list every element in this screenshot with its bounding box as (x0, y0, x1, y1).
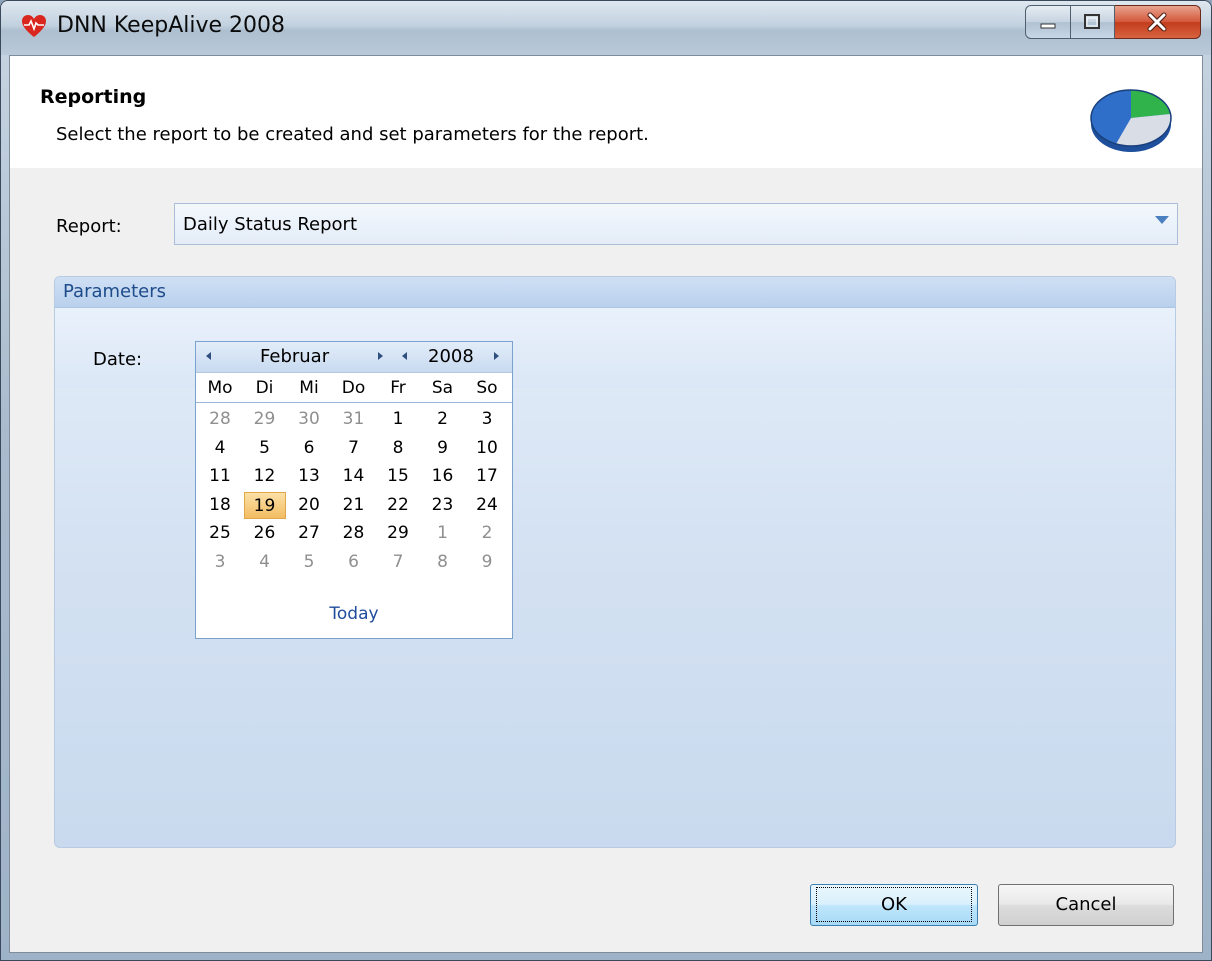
chevron-down-icon[interactable] (1155, 216, 1169, 224)
calendar-day[interactable]: 2 (422, 406, 464, 433)
caption-buttons (1025, 5, 1201, 39)
calendar-day[interactable]: 30 (288, 406, 330, 433)
calendar-weekdays: Mo Di Mi Do Fr Sa So (196, 374, 512, 403)
page-description: Select the report to be created and set … (56, 124, 649, 145)
calendar-day[interactable]: 18 (199, 492, 241, 519)
calendar-day[interactable]: 1 (422, 520, 464, 547)
weekday-label: Mo (207, 378, 233, 398)
calendar-day[interactable]: 12 (244, 463, 286, 490)
calendar-day[interactable]: 23 (422, 492, 464, 519)
minimize-icon (1040, 23, 1056, 29)
weekday-label: Di (255, 378, 274, 398)
report-selected-value: Daily Status Report (183, 214, 358, 235)
calendar-day[interactable]: 21 (333, 492, 375, 519)
calendar-day[interactable]: 3 (466, 406, 508, 433)
weekday-label: Mi (299, 378, 319, 398)
calendar-day[interactable]: 3 (199, 549, 241, 576)
cancel-button[interactable]: Cancel (998, 884, 1174, 926)
calendar-day[interactable]: 11 (199, 463, 241, 490)
calendar-month: Februar (260, 346, 330, 367)
date-label: Date: (93, 349, 143, 370)
page-title: Reporting (40, 86, 147, 108)
calendar-day[interactable]: 24 (466, 492, 508, 519)
prev-year-icon[interactable] (402, 352, 407, 360)
close-button[interactable] (1115, 5, 1201, 39)
prev-month-icon[interactable] (206, 352, 211, 360)
calendar-day[interactable]: 15 (377, 463, 419, 490)
calendar-day[interactable]: 20 (288, 492, 330, 519)
weekday-label: Fr (390, 378, 406, 398)
ok-button-label: OK (816, 887, 972, 922)
calendar-year: 2008 (428, 346, 474, 367)
calendar-day[interactable]: 7 (377, 549, 419, 576)
calendar-day[interactable]: 31 (333, 406, 375, 433)
calendar-day[interactable]: 26 (244, 520, 286, 547)
title-bar[interactable]: DNN KeepAlive 2008 (1, 1, 1211, 55)
next-year-icon[interactable] (494, 352, 499, 360)
calendar-days: 28 29 30 31 1 2 3 4 5 6 7 8 9 10 11 12 13 14 15 16 17 18 19 20 2… (196, 406, 512, 586)
pie-chart-icon (1090, 89, 1172, 152)
calendar-day[interactable]: 27 (288, 520, 330, 547)
date-calendar[interactable]: Februar 2008 Mo Di Mi Do Fr Sa So 28 29 30 31 1 2 3 4… (195, 341, 513, 639)
calendar-day[interactable]: 5 (244, 435, 286, 462)
calendar-day[interactable]: 14 (333, 463, 375, 490)
calendar-day[interactable]: 29 (244, 406, 286, 433)
calendar-day[interactable]: 28 (333, 520, 375, 547)
calendar-day[interactable]: 16 (422, 463, 464, 490)
calendar-day[interactable]: 6 (333, 549, 375, 576)
calendar-day[interactable]: 5 (288, 549, 330, 576)
window-title: DNN KeepAlive 2008 (57, 13, 286, 38)
heartbeat-icon (22, 15, 46, 37)
calendar-day[interactable]: 8 (422, 549, 464, 576)
report-dropdown[interactable]: Daily Status Report (174, 203, 1178, 245)
minimize-button[interactable] (1025, 5, 1071, 39)
today-button[interactable]: Today (196, 604, 512, 624)
maximize-button[interactable] (1071, 5, 1115, 39)
calendar-day[interactable]: 22 (377, 492, 419, 519)
ok-button[interactable]: OK (810, 884, 978, 926)
maximize-icon (1084, 14, 1100, 29)
parameters-group: Parameters Date: Februar 2008 Mo Di Mi Do Fr… (54, 276, 1176, 848)
weekday-label: Sa (431, 378, 454, 398)
weekday-label: Do (341, 378, 366, 398)
calendar-day[interactable]: 9 (422, 435, 464, 462)
calendar-day[interactable]: 10 (466, 435, 508, 462)
calendar-day[interactable]: 7 (333, 435, 375, 462)
weekday-label: So (476, 378, 498, 398)
calendar-day[interactable]: 8 (377, 435, 419, 462)
calendar-day[interactable]: 6 (288, 435, 330, 462)
calendar-day[interactable]: 4 (244, 549, 286, 576)
parameters-header: Parameters (55, 277, 1175, 308)
calendar-day[interactable]: 29 (377, 520, 419, 547)
dialog-content: Reporting Select the report to be create… (9, 55, 1203, 953)
report-label: Report: (56, 216, 122, 237)
header-panel: Reporting Select the report to be create… (10, 56, 1202, 168)
dialog-window: DNN KeepAlive 2008 Reporting Select the … (0, 0, 1212, 961)
calendar-header: Februar 2008 (196, 342, 512, 373)
calendar-day[interactable]: 25 (199, 520, 241, 547)
calendar-day[interactable]: 2 (466, 520, 508, 547)
calendar-day[interactable]: 28 (199, 406, 241, 433)
parameters-title: Parameters (63, 281, 167, 302)
calendar-day[interactable]: 17 (466, 463, 508, 490)
calendar-day[interactable]: 4 (199, 435, 241, 462)
calendar-day[interactable]: 13 (288, 463, 330, 490)
close-icon (1147, 12, 1167, 32)
calendar-day[interactable]: 9 (466, 549, 508, 576)
calendar-day-selected[interactable]: 19 (243, 491, 286, 519)
calendar-day[interactable]: 1 (377, 406, 419, 433)
next-month-icon[interactable] (378, 352, 383, 360)
